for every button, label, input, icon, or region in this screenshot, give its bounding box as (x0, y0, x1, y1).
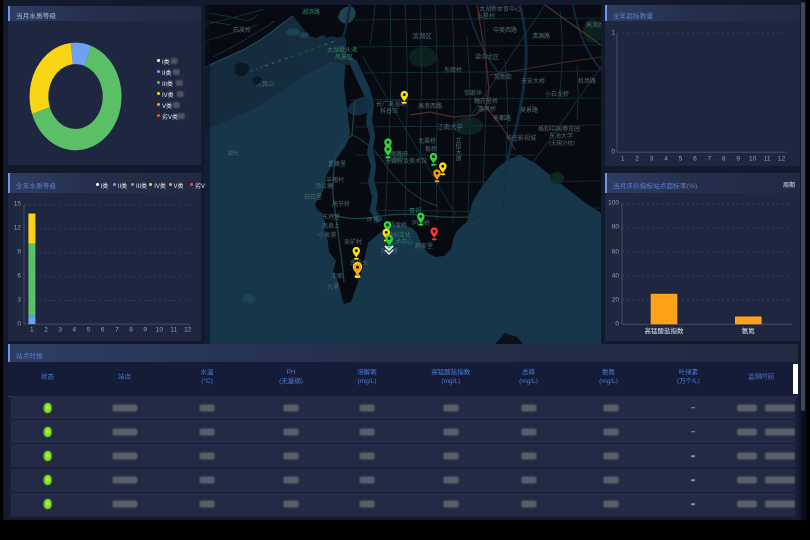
svg-text:滨湖区: 滨湖区 (412, 31, 432, 40)
svg-text:东海大学: 东海大学 (549, 132, 573, 140)
svg-text:格和中国博览园: 格和中国博览园 (538, 125, 580, 133)
svg-text:叶巷: 叶巷 (367, 216, 379, 224)
svg-text:机场路: 机场路 (578, 77, 596, 85)
svg-text:风景区: 风景区 (335, 54, 353, 61)
svg-text:湖滨路: 湖滨路 (302, 8, 320, 16)
svg-text:高浪路: 高浪路 (586, 21, 601, 29)
svg-text:东鸡里: 东鸡里 (322, 213, 340, 221)
svg-text:吴矿村: 吴矿村 (344, 238, 362, 246)
svg-text:板桥: 板桥 (425, 145, 437, 153)
svg-text:高节岭: 高节岭 (332, 200, 350, 208)
svg-text:太湖鼋头渚: 太湖鼋头渚 (327, 46, 357, 54)
svg-text:太湖新体育中心: 太湖新体育中心 (479, 5, 521, 13)
svg-text:重峰里: 重峰里 (328, 160, 346, 168)
svg-text:小海浦: 小海浦 (318, 231, 336, 239)
svg-text:白石里: 白石里 (304, 193, 322, 201)
svg-text:邬家垟: 邬家垟 (464, 89, 482, 97)
svg-text:梁中北区: 梁中北区 (475, 53, 499, 61)
svg-text:小白龙桥: 小白龙桥 (545, 90, 569, 98)
svg-text:立信大道: 立信大道 (454, 136, 461, 162)
svg-text:九里: 九里 (327, 283, 339, 291)
svg-text:清源路: 清源路 (532, 32, 550, 40)
svg-text:江南大学: 江南大学 (437, 122, 464, 131)
svg-text:湖光: 湖光 (227, 149, 239, 157)
svg-text:尚贤府: 尚贤府 (390, 150, 408, 158)
svg-text:汤公塘: 汤公塘 (315, 182, 333, 190)
svg-text:羊槐村: 羊槐村 (326, 176, 344, 184)
svg-text:(无锡分校): (无锡分校) (549, 139, 575, 147)
svg-text:尚南街: 尚南街 (494, 73, 512, 81)
svg-text:中美西路: 中美西路 (493, 26, 517, 34)
svg-text:北渠桥: 北渠桥 (418, 137, 436, 145)
svg-text:高浪西路: 高浪西路 (418, 102, 442, 110)
svg-text:长广溪湿地: 长广溪湿地 (376, 100, 406, 108)
svg-text:石皮岭: 石皮岭 (233, 26, 251, 34)
svg-text:科普馆: 科普馆 (380, 107, 398, 115)
svg-text:五星村: 五星村 (477, 12, 495, 20)
svg-text:天安大桥: 天安大桥 (521, 77, 545, 85)
svg-text:吴景路: 吴景路 (520, 106, 538, 114)
svg-text:华庄影视城: 华庄影视城 (506, 134, 536, 142)
svg-text:薛家里: 薛家里 (415, 242, 433, 250)
svg-text:杨宝桥: 杨宝桥 (389, 221, 407, 229)
svg-text:无锡程及美术馆: 无锡程及美术馆 (385, 157, 427, 165)
svg-text:惠风桥: 惠风桥 (478, 105, 496, 113)
svg-text:东绛桥: 东绛桥 (444, 66, 462, 74)
svg-text:糖万里桥: 糖万里桥 (474, 97, 498, 105)
svg-text:沈家: 沈家 (331, 272, 343, 280)
svg-text:吴都路: 吴都路 (493, 114, 511, 122)
svg-text:南泉上: 南泉上 (322, 222, 340, 230)
